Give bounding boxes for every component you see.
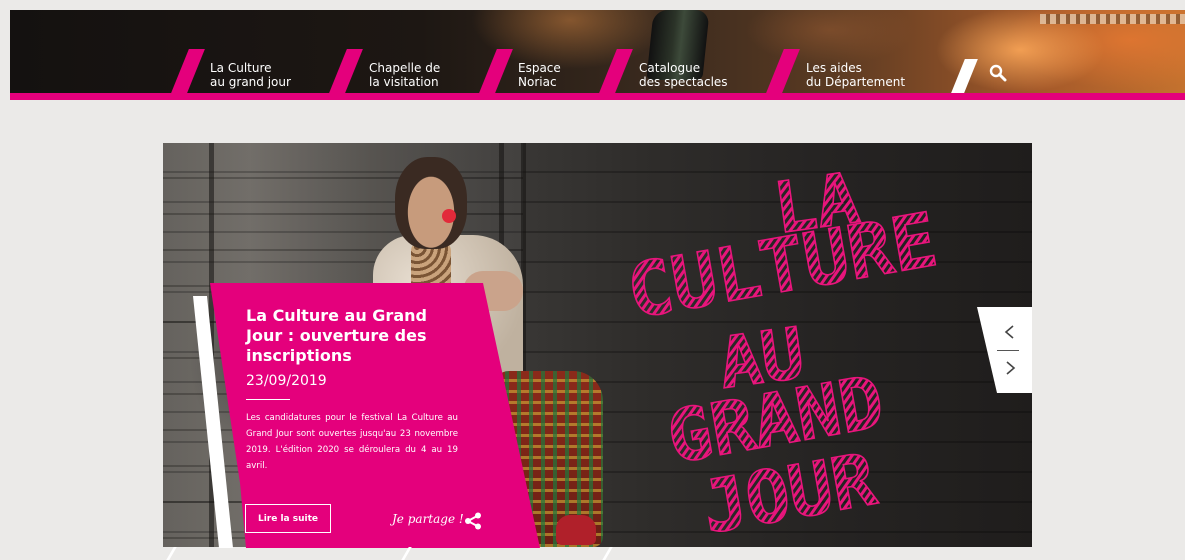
header-accent-line: [10, 93, 1185, 100]
nav-label[interactable]: Catalogue des spectacles: [639, 61, 728, 89]
read-more-button[interactable]: Lire la suite: [245, 504, 331, 533]
header-photo-shelf: [1040, 14, 1185, 24]
news-card-title[interactable]: La Culture au Grand Jour : ouverture des…: [246, 306, 456, 366]
share-icon[interactable]: [464, 512, 482, 530]
nav-label[interactable]: Les aides du Département: [806, 61, 905, 89]
bottom-decor-stroke: [401, 547, 412, 560]
news-card-text: Les candidatures pour le festival La Cul…: [246, 413, 458, 471]
nav-label[interactable]: La Culture au grand jour: [210, 61, 291, 89]
carousel-divider: [997, 350, 1019, 351]
share-label[interactable]: Je partage !: [392, 512, 464, 526]
bottom-decor-stroke: [602, 547, 613, 560]
hero-photo-clown-head: [395, 157, 467, 249]
hero-title-artwork: LA CULTURE AU GRAND JOUR: [620, 156, 944, 543]
hero-photo-clown-shoe: [556, 515, 596, 545]
news-card-divider: [246, 399, 290, 400]
search-icon[interactable]: [989, 64, 1007, 82]
chevron-right-icon[interactable]: [1002, 360, 1018, 376]
nav-label[interactable]: Chapelle de la visitation: [369, 61, 440, 89]
nav-label[interactable]: Espace Noriac: [518, 61, 561, 89]
chevron-left-icon[interactable]: [1002, 324, 1018, 340]
news-card-date: 23/09/2019: [246, 373, 327, 389]
bottom-decor-stroke: [166, 547, 177, 560]
hero-photo-clown-nose: [442, 209, 456, 223]
